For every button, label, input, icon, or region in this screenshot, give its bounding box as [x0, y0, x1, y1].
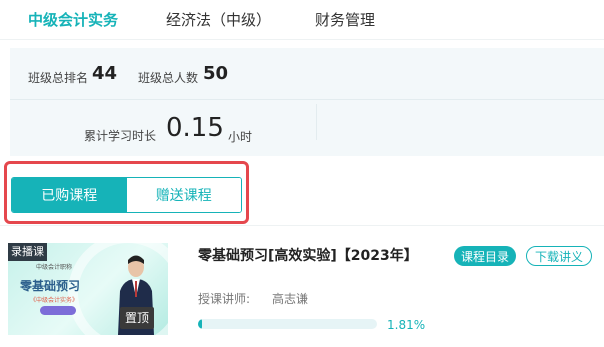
thumbnail-subtitle: 中级会计职称	[36, 264, 73, 271]
teacher-label: 授课讲师:	[198, 292, 251, 306]
progress-percent: 1.81%	[387, 318, 426, 332]
study-time-label: 累计学习时长	[84, 129, 157, 143]
section-divider	[0, 225, 604, 226]
recorded-badge: 录播课	[8, 243, 47, 261]
stats-divider	[316, 104, 317, 140]
progress-fill	[198, 319, 203, 329]
thumbnail-title: 零基础预习	[20, 279, 81, 293]
tab-financial-management[interactable]: 财务管理	[315, 9, 375, 30]
teacher-name: 高志谦	[272, 292, 309, 306]
gifted-courses-tab[interactable]: 赠送课程	[126, 178, 241, 212]
subject-tabs: 中级会计实务 经济法（中级） 财务管理	[0, 0, 604, 40]
purchased-courses-tab[interactable]: 已购课程	[12, 178, 127, 212]
tab-economic-law[interactable]: 经济法（中级）	[166, 9, 271, 30]
download-notes-button[interactable]: 下载讲义	[526, 246, 592, 266]
tab-intermediate-accounting[interactable]: 中级会计实务	[28, 9, 118, 30]
course-catalog-button[interactable]: 课程目录	[454, 246, 516, 266]
class-rank-value: 44	[92, 63, 118, 84]
class-total-value: 50	[203, 63, 229, 84]
class-rank-label: 班级总排名	[28, 71, 89, 85]
thumbnail-pill	[40, 306, 76, 315]
course-title[interactable]: 零基础预习[高效实验]【2023年】	[198, 245, 418, 265]
course-type-toggle: 已购课程 赠送课程	[11, 177, 242, 213]
progress-bar	[198, 319, 377, 329]
thumbnail-tag: 《中级会计实务》	[30, 297, 79, 304]
pin-top-badge[interactable]: 置顶	[120, 307, 155, 329]
stats-panel: 班级总排名 44 班级总人数 50 累计学习时长 0.15 小时	[10, 48, 604, 156]
study-time-value: 0.15	[166, 113, 224, 143]
study-time-unit: 小时	[228, 130, 253, 144]
class-total-label: 班级总人数	[138, 71, 199, 85]
